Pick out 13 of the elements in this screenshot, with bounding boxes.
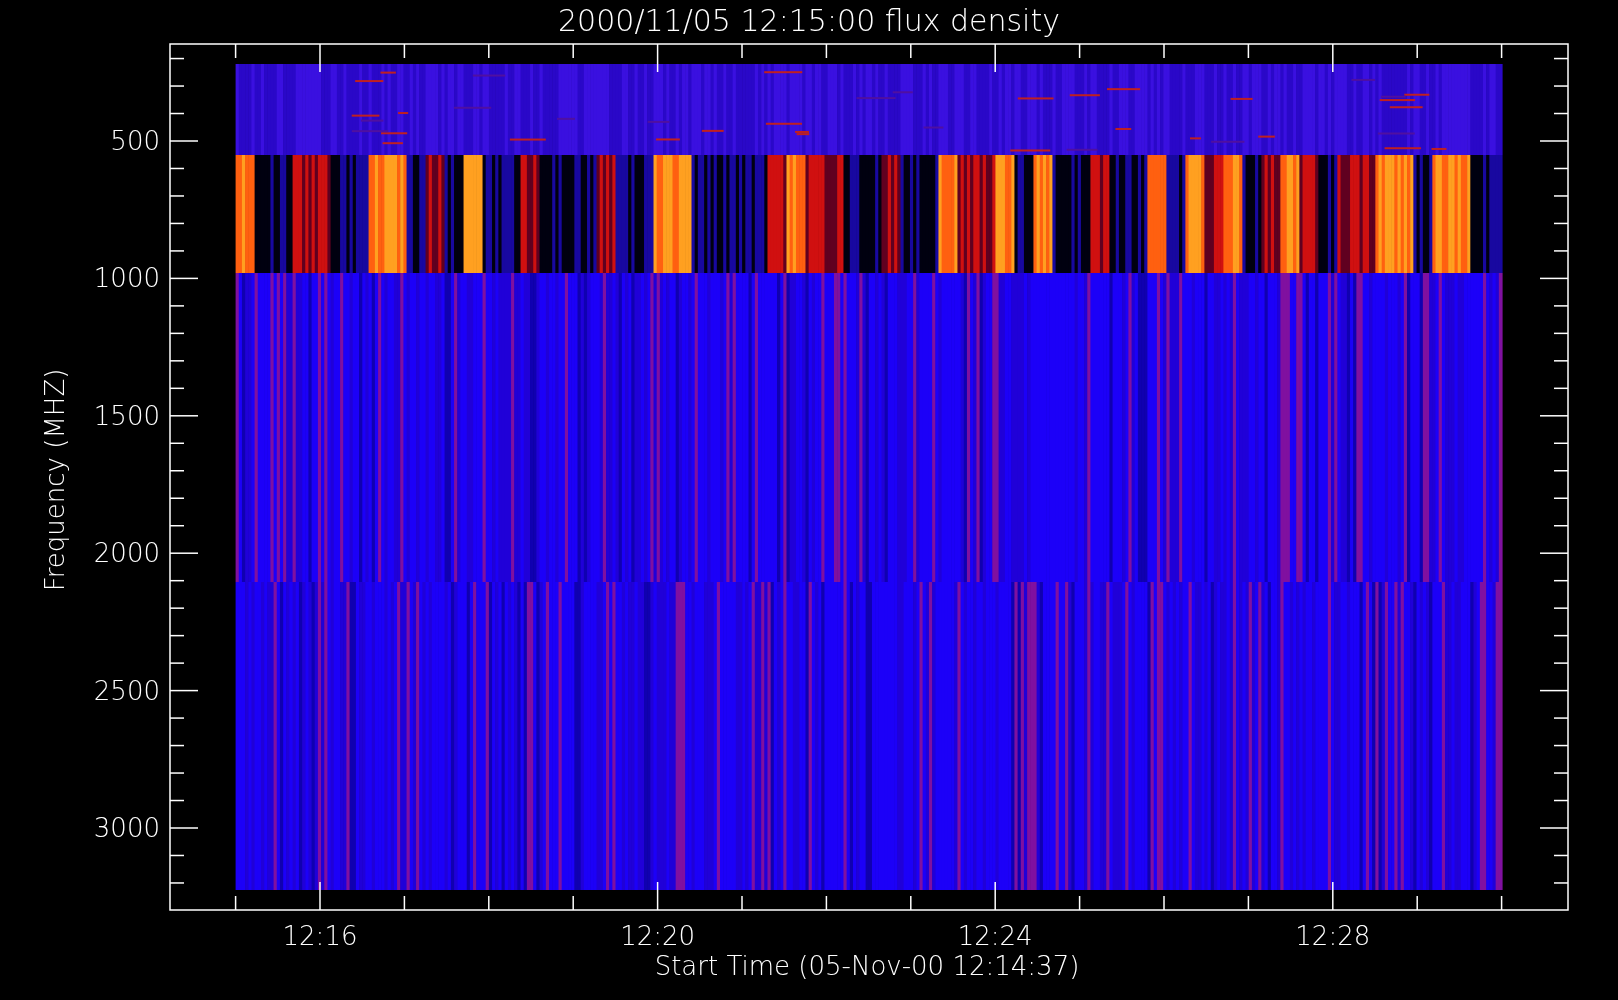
tick-label: 12:24 [957, 921, 1033, 951]
y-axis-label: Frequency (MHZ) [40, 368, 70, 592]
tick-label: 1000 [93, 263, 160, 294]
tick-label: 3000 [93, 813, 160, 843]
tick-label: 1500 [93, 400, 160, 431]
tick-label: 12:16 [282, 921, 358, 951]
tick-label: 500 [110, 126, 160, 156]
tick-label: 2500 [93, 675, 160, 706]
plot-title: 2000/11/05 12:15:00 flux density [558, 3, 1060, 38]
x-axis-label: Start Time (05-Nov-00 12:14:37) [654, 951, 1080, 981]
tick-label: 12:28 [1295, 921, 1371, 951]
tick-label: 12:20 [620, 921, 696, 951]
tick-label: 2000 [93, 538, 160, 569]
